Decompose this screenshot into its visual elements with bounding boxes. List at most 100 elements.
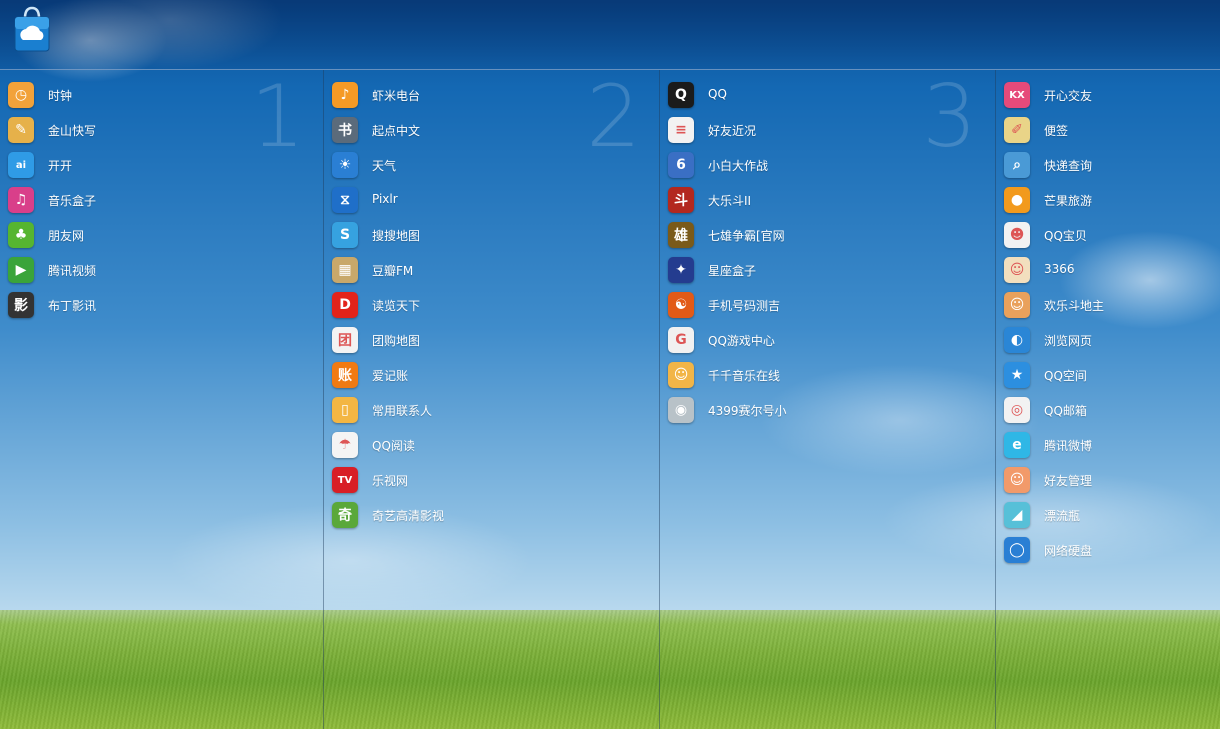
app-item[interactable]: ☺ 欢乐斗地主	[1002, 290, 1220, 320]
app-label: 腾讯微博	[1044, 439, 1093, 453]
app-item[interactable]: ◷ 时钟	[6, 80, 306, 110]
app-label: 七雄争霸[官网	[708, 229, 785, 243]
qixiong-icon: 雄	[668, 222, 694, 248]
app-label: 手机号码测吉	[708, 299, 781, 313]
qzone-icon: ★	[1004, 362, 1030, 388]
app-item[interactable]: ✦ 星座盒子	[666, 255, 966, 285]
app-item[interactable]: ♫ 音乐盒子	[6, 185, 306, 215]
app-label: QQ空间	[1044, 369, 1087, 383]
app-label: 豆瓣FM	[372, 264, 414, 278]
app-item[interactable]: ☯ 手机号码测吉	[666, 290, 966, 320]
radio-icon: ♪	[332, 82, 358, 108]
app-item[interactable]: ◉ 4399赛尔号小	[666, 395, 966, 425]
weibo-icon: e	[1004, 432, 1030, 458]
app-label: Pixlr	[372, 192, 398, 206]
app-item[interactable]: ⌕ 快递查询	[1002, 150, 1220, 180]
app-label: 开开	[48, 159, 73, 173]
app-item[interactable]: 团团购地图	[330, 325, 630, 355]
app-label: 好友管理	[1044, 474, 1093, 488]
app-label: 小白大作战	[708, 159, 769, 173]
app-item[interactable]: ☺ 好友管理	[1002, 465, 1220, 495]
app-item[interactable]: ◯ 网络硬盘	[1002, 535, 1220, 565]
app-item[interactable]: KX 开心交友	[1002, 80, 1220, 110]
app-label: 搜搜地图	[372, 229, 421, 243]
mail-icon: ◎	[1004, 397, 1030, 423]
app-item[interactable]: ✎ 金山快写	[6, 115, 306, 145]
app-label: 常用联系人	[372, 404, 433, 418]
app-item[interactable]: G QQ游戏中心	[666, 325, 966, 355]
app-store-bag-icon[interactable]	[14, 4, 50, 52]
rss-icon: ☂	[332, 432, 358, 458]
app-item[interactable]: 影布丁影讯	[6, 290, 306, 320]
app-item[interactable]: S 搜搜地图	[330, 220, 630, 250]
app-label: 音乐盒子	[48, 194, 97, 208]
3366-icon: ☺	[1004, 257, 1030, 283]
app-label: 大乐斗II	[708, 194, 752, 208]
app-label: 腾讯视频	[48, 264, 97, 278]
app-item[interactable]: D 读览天下	[330, 290, 630, 320]
app-label: 好友近况	[708, 124, 757, 138]
note-icon: ✐	[1004, 117, 1030, 143]
app-item[interactable]: ☀ 天气	[330, 150, 630, 180]
music-icon: ♫	[8, 187, 34, 213]
express-icon: ⌕	[1004, 152, 1030, 178]
app-item[interactable]: ▦ 豆瓣FM	[330, 255, 630, 285]
app-item[interactable]: ◎ QQ邮箱	[1002, 395, 1220, 425]
app-item[interactable]: ✐ 便签	[1002, 115, 1220, 145]
radio-box-icon: ▦	[332, 257, 358, 283]
clock-icon: ◷	[8, 82, 34, 108]
game-center-icon: G	[668, 327, 694, 353]
mango-icon: ●	[1004, 187, 1030, 213]
app-item[interactable]: ◐ 浏览网页	[1002, 325, 1220, 355]
browser-icon: ◐	[1004, 327, 1030, 353]
app-item[interactable]: ▯ 常用联系人	[330, 395, 630, 425]
app-item[interactable]: ≡ 好友近况	[666, 115, 966, 145]
app-label: 千千音乐在线	[708, 369, 781, 383]
top-bar	[0, 0, 1220, 70]
disk-icon: ◯	[1004, 537, 1030, 563]
friend-manage-icon: ☺	[1004, 467, 1030, 493]
app-item[interactable]: ♣ 朋友网	[6, 220, 306, 250]
kaixin-icon: KX	[1004, 82, 1030, 108]
app-column-1: 1 ◷ 时钟 ✎ 金山快写 ai 开开 ♫ 音乐盒子 ♣ 朋友网 ▶ 腾讯视频影布丁影讯	[0, 70, 324, 729]
app-label: 团购地图	[372, 334, 421, 348]
app-item[interactable]: 书起点中文	[330, 115, 630, 145]
headphone-icon: ☺	[668, 362, 694, 388]
app-item[interactable]: ☂ QQ阅读	[330, 430, 630, 460]
app-item[interactable]: ☺ 千千音乐在线	[666, 360, 966, 390]
letv-icon: TV	[332, 467, 358, 493]
app-item[interactable]: ♪ 虾米电台	[330, 80, 630, 110]
app-item[interactable]: ai 开开	[6, 150, 306, 180]
app-item[interactable]: ▶ 腾讯视频	[6, 255, 306, 285]
app-item[interactable]: ◢ 漂流瓶	[1002, 500, 1220, 530]
daledou-icon: 斗	[668, 187, 694, 213]
app-label: 天气	[372, 159, 397, 173]
app-item[interactable]: ● 芒果旅游	[1002, 185, 1220, 215]
app-item[interactable]: ★ QQ空间	[1002, 360, 1220, 390]
app-item[interactable]: e 腾讯微博	[1002, 430, 1220, 460]
app-label: 布丁影讯	[48, 299, 97, 313]
app-item[interactable]: 账爱记账	[330, 360, 630, 390]
app-item[interactable]: ☺ 3366	[1002, 255, 1220, 285]
app-label: 开心交友	[1044, 89, 1093, 103]
weather-icon: ☀	[332, 152, 358, 178]
app-label: QQ邮箱	[1044, 404, 1087, 418]
app-item[interactable]: TV 乐视网	[330, 465, 630, 495]
app-label: 4399赛尔号小	[708, 404, 787, 418]
app-item[interactable]: 斗大乐斗II	[666, 185, 966, 215]
xiaobai-icon: 6	[668, 152, 694, 178]
app-label: QQ阅读	[372, 439, 415, 453]
app-item[interactable]: 6 小白大作战	[666, 150, 966, 180]
app-item[interactable]: 奇奇艺高清影视	[330, 500, 630, 530]
app-item[interactable]: ⧖ Pixlr	[330, 185, 630, 215]
app-item[interactable]: 雄七雄争霸[官网	[666, 220, 966, 250]
contacts-icon: ▯	[332, 397, 358, 423]
penguin-icon: Q	[668, 82, 694, 108]
bottle-icon: ◢	[1004, 502, 1030, 528]
app-item[interactable]: ☻ QQ宝贝	[1002, 220, 1220, 250]
app-item[interactable]: Q QQ	[666, 80, 966, 110]
app-label: 虾米电台	[372, 89, 421, 103]
app-label: 起点中文	[372, 124, 421, 138]
app-label: 奇艺高清影视	[372, 509, 445, 523]
seer-icon: ◉	[668, 397, 694, 423]
